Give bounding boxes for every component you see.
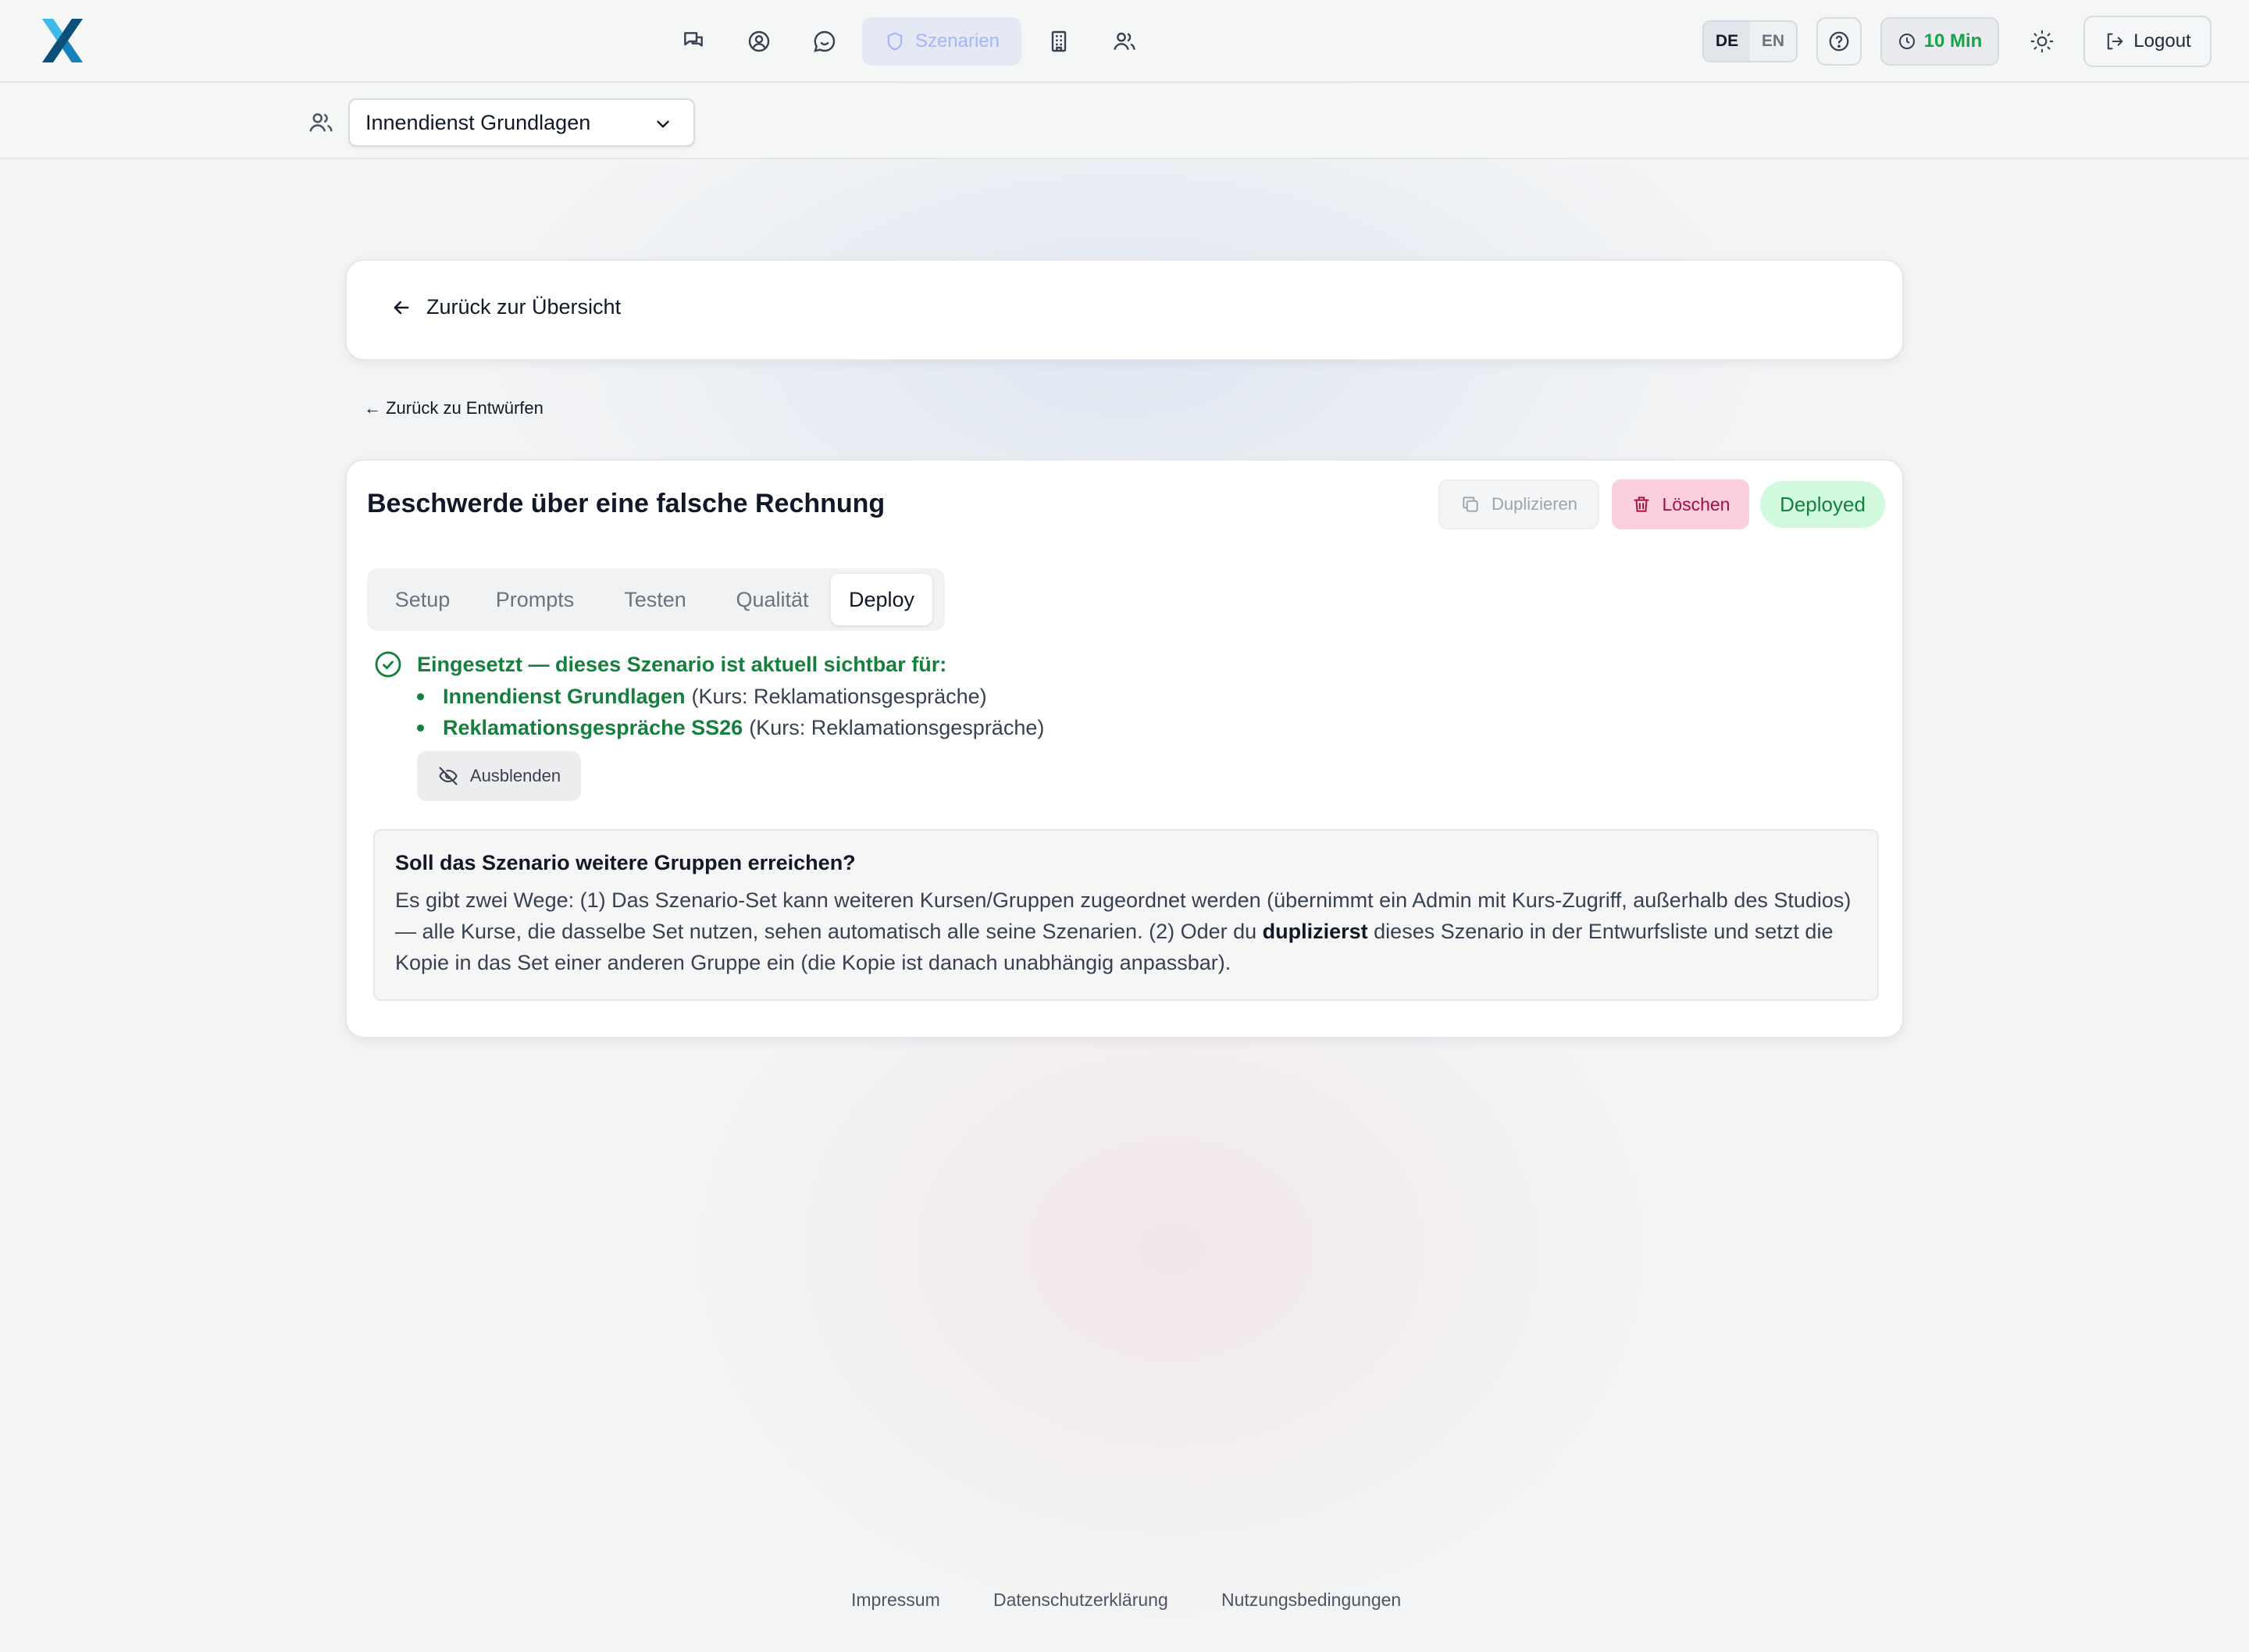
- info-box: Soll das Szenario weitere Gruppen erreic…: [373, 829, 1879, 1001]
- bullet-icon: [417, 724, 424, 732]
- chat-bubbles-icon: [684, 32, 703, 47]
- group-select-value: Innendienst Grundlagen: [365, 110, 591, 134]
- main-nav: Szenarien: [661, 17, 1157, 66]
- tab-qualitaet[interactable]: Qualität: [714, 574, 831, 625]
- tab-testen[interactable]: Testen: [597, 574, 714, 625]
- deployed-heading-row: Eingesetzt — dieses Szenario ist aktuell…: [373, 650, 1857, 679]
- chevron-down-icon: [657, 120, 669, 128]
- deployed-groups-list: Innendienst Grundlagen (Kurs: Reklamatio…: [417, 681, 1044, 743]
- scenario-title: Beschwerde über eine falsche Rechnung: [367, 489, 886, 518]
- scenario-tabs: Setup Prompts Testen Qualität Deploy: [367, 568, 945, 631]
- back-to-overview-label: Zurück zur Übersicht: [426, 295, 622, 319]
- arrow-left-icon: [394, 301, 409, 314]
- group-course: (Kurs: Reklamationsgespräche): [691, 684, 987, 708]
- tab-setup[interactable]: Setup: [372, 574, 473, 625]
- theme-toggle-button[interactable]: [2019, 17, 2065, 66]
- session-timer: 10 Min: [1880, 17, 1999, 66]
- back-to-drafts-link[interactable]: ← Zurück zu Entwürfen: [364, 398, 544, 418]
- bullet-icon: [417, 692, 424, 700]
- nav-scenarios-label: Szenarien: [914, 30, 1000, 52]
- message-circle-icon: [814, 30, 836, 52]
- duplicate-button[interactable]: Duplizieren: [1438, 479, 1599, 529]
- delete-label: Löschen: [1662, 493, 1730, 514]
- hide-label: Ausblenden: [469, 766, 561, 785]
- nav-profile-icon[interactable]: [726, 17, 792, 66]
- eye-off-icon: [439, 767, 458, 785]
- logout-button[interactable]: Logout: [2083, 16, 2212, 67]
- deployment-status: Eingesetzt — dieses Szenario ist aktuell…: [373, 650, 1857, 801]
- nav-messages-icon[interactable]: [792, 17, 857, 66]
- lang-de-button[interactable]: DE: [1704, 22, 1750, 61]
- back-to-overview-link[interactable]: Zurück zur Übersicht: [390, 295, 621, 319]
- info-text-bold: duplizierst: [1262, 920, 1368, 943]
- duplicate-label: Duplizieren: [1491, 494, 1578, 514]
- back-card: Zurück zur Übersicht: [345, 259, 1904, 361]
- group-select[interactable]: Innendienst Grundlagen: [348, 98, 695, 147]
- footer-link-impressum[interactable]: Impressum: [851, 1590, 940, 1611]
- help-circle-icon: [1829, 31, 1849, 52]
- help-button[interactable]: [1816, 17, 1862, 66]
- nav-scenarios-tab[interactable]: Szenarien: [862, 17, 1021, 66]
- sun-icon: [2030, 30, 2054, 53]
- tab-deploy[interactable]: Deploy: [831, 574, 932, 625]
- nav-users-icon[interactable]: [1092, 17, 1157, 66]
- language-switch: DE EN: [1702, 20, 1798, 62]
- group-course: (Kurs: Reklamationsgespräche): [749, 715, 1045, 739]
- group-name: Reklamationsgespräche SS26: [443, 715, 743, 739]
- group-selector-bar: Innendienst Grundlagen: [0, 84, 2249, 159]
- logout-icon: [2108, 33, 2123, 50]
- scenario-card: Beschwerde über eine falsche Rechnung Du…: [345, 459, 1904, 1038]
- deployed-heading: Eingesetzt — dieses Szenario ist aktuell…: [417, 652, 947, 676]
- user-circle-icon: [748, 30, 770, 52]
- shield-icon: [887, 32, 903, 51]
- timer-label: 10 Min: [1923, 30, 1983, 52]
- nav-chat-icon[interactable]: [661, 17, 726, 66]
- status-badge: Deployed: [1760, 481, 1885, 528]
- list-item: Innendienst Grundlagen (Kurs: Reklamatio…: [417, 681, 1044, 712]
- list-item: Reklamationsgespräche SS26 (Kurs: Reklam…: [417, 712, 1044, 743]
- clock-icon: [1898, 34, 1915, 49]
- hide-button[interactable]: Ausblenden: [417, 751, 581, 801]
- footer-link-terms[interactable]: Nutzungsbedingungen: [1221, 1590, 1401, 1611]
- building-icon: [1051, 30, 1067, 52]
- group-name: Innendienst Grundlagen: [443, 684, 686, 708]
- logout-label: Logout: [2133, 30, 2191, 52]
- lang-en-button[interactable]: EN: [1750, 22, 1796, 61]
- footer-link-privacy[interactable]: Datenschutzerklärung: [993, 1590, 1168, 1611]
- users-icon: [309, 113, 333, 132]
- users-icon: [1114, 32, 1135, 51]
- delete-button[interactable]: Löschen: [1612, 479, 1749, 529]
- trash-icon: [1633, 497, 1649, 512]
- top-navigation-bar: Szenarien DE EN 10 Min Logout: [0, 0, 2249, 83]
- check-circle-icon: [375, 651, 401, 678]
- tab-prompts[interactable]: Prompts: [473, 574, 597, 625]
- info-title: Soll das Szenario weitere Gruppen erreic…: [395, 851, 856, 874]
- brand-x-logo[interactable]: [36, 14, 89, 67]
- footer: Impressum Datenschutzerklärung Nutzungsb…: [0, 1590, 2249, 1621]
- info-text: Es gibt zwei Wege: (1) Das Szenario-Set …: [395, 885, 1857, 978]
- nav-organization-icon[interactable]: [1026, 17, 1092, 66]
- copy-icon: [1463, 497, 1478, 512]
